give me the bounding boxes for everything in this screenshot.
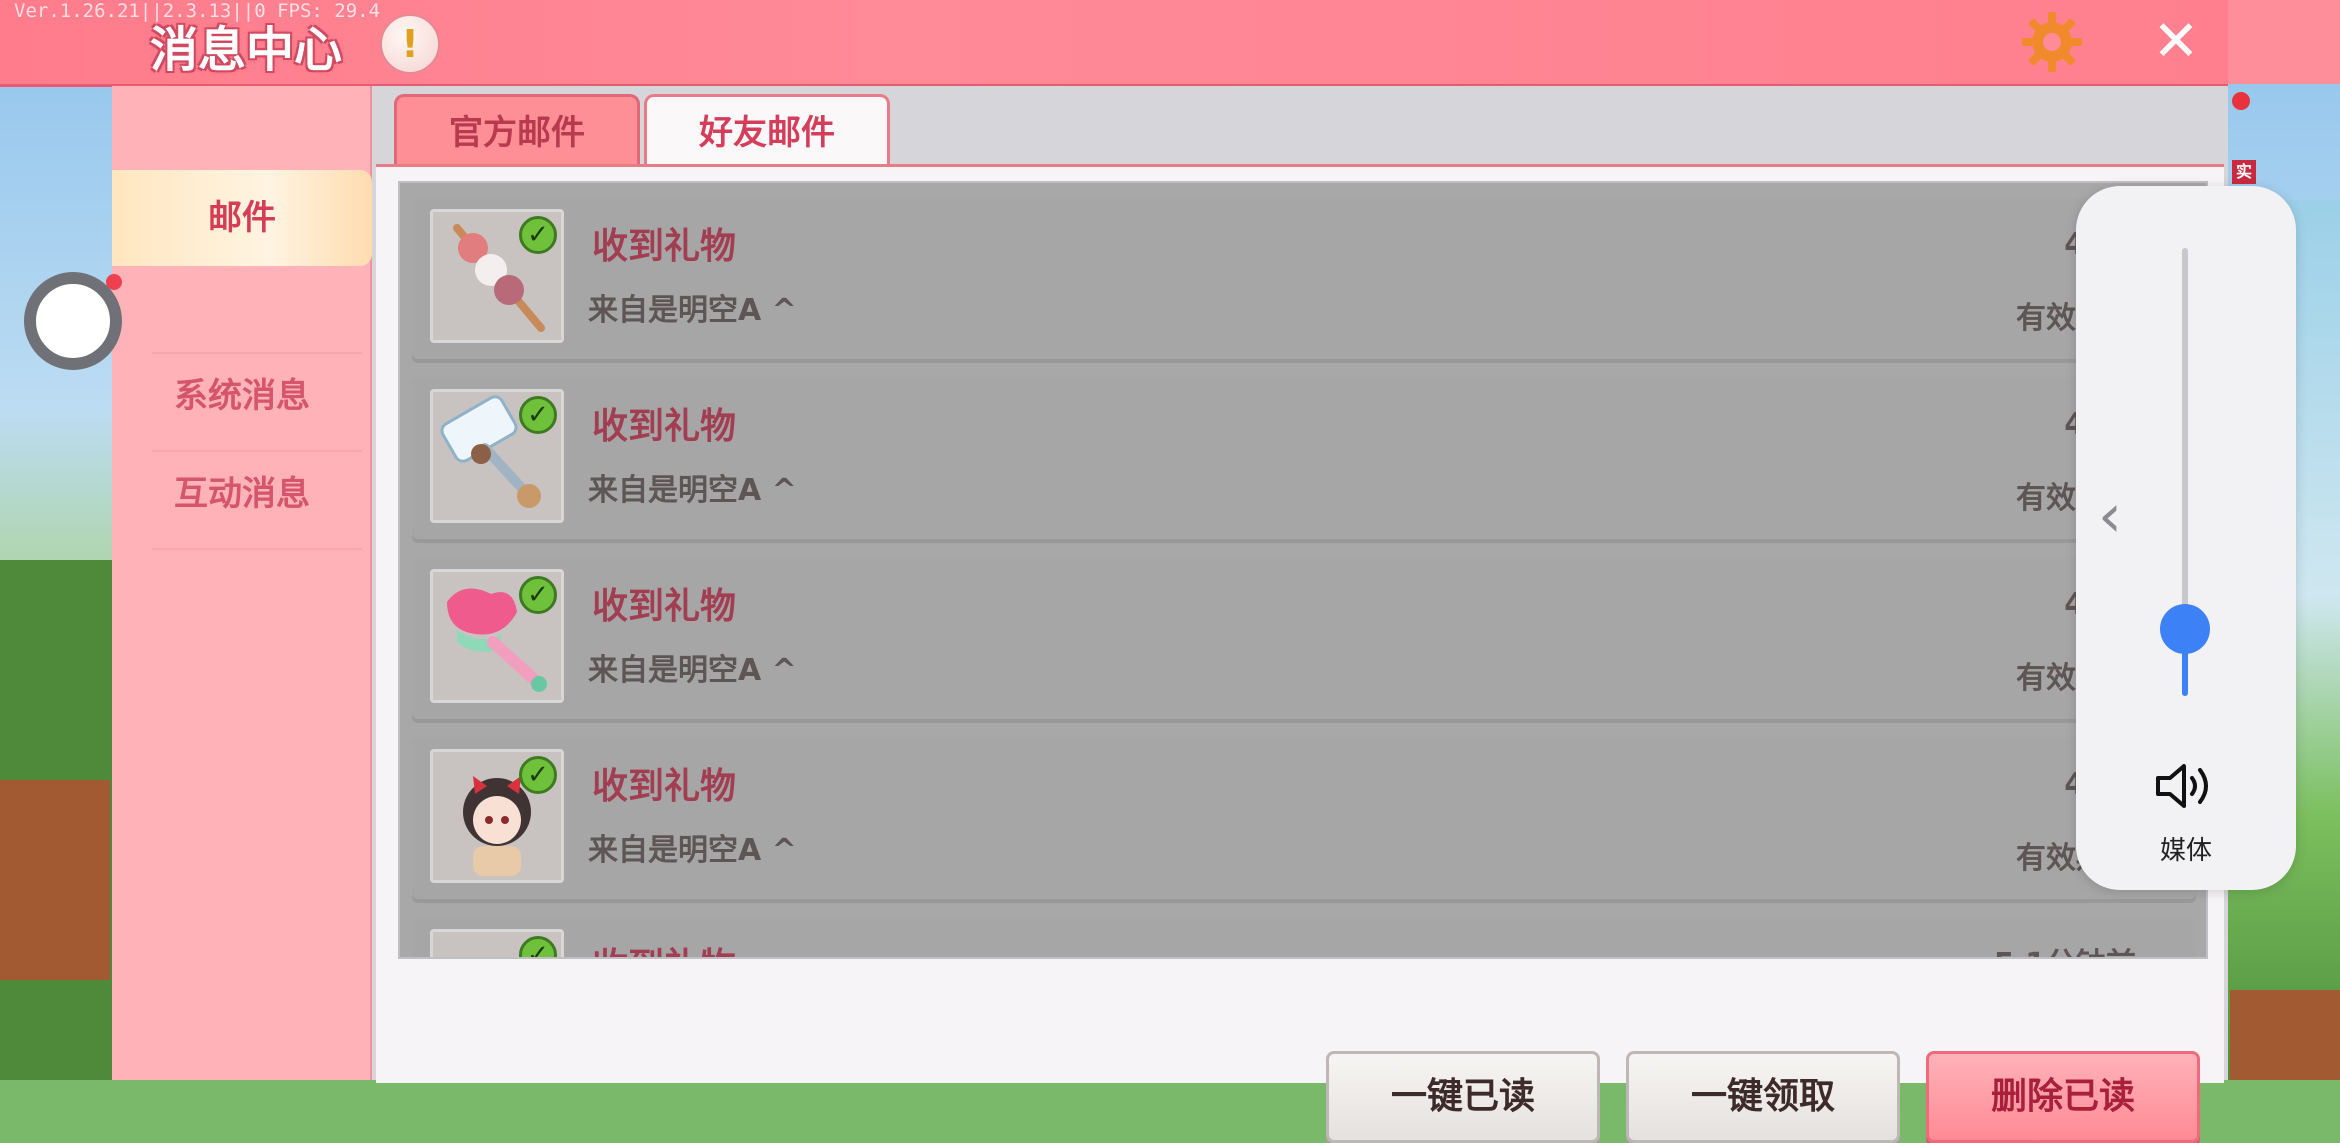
- gift-item-slot: ✓: [430, 749, 564, 883]
- gift-item-slot: ✓: [430, 929, 564, 957]
- chevron-left-icon[interactable]: ‹: [2098, 486, 2138, 546]
- title-bar: Ver.1.26.21||2.3.13||0 FPS: 29.4 消息中心 ! …: [0, 0, 2340, 87]
- mail-sender: 来自是明空A ^: [588, 293, 797, 328]
- claimed-check-icon: ✓: [519, 936, 557, 957]
- volume-slider-handle[interactable]: [2160, 604, 2210, 654]
- mail-row[interactable]: ✓ 收到礼物 来自是明空A ^ 43分 有效期：: [412, 737, 2196, 903]
- claim-all-button[interactable]: 一键领取: [1626, 1051, 1900, 1143]
- mail-title: 收到礼物: [592, 937, 736, 957]
- sidebar-divider: [152, 352, 362, 354]
- mail-time: 5 1分钟前: [1994, 939, 2136, 957]
- mail-title: 收到礼物: [592, 406, 737, 447]
- sidebar-item-system-messages[interactable]: 系统消息: [112, 348, 372, 444]
- volume-label: 媒体: [2159, 836, 2212, 866]
- claimed-check-icon: ✓: [519, 756, 557, 794]
- background-brick: [0, 780, 110, 980]
- mail-row[interactable]: ✓ 收到礼物 来自是明空A ^ 41分 有效期：: [412, 557, 2196, 723]
- gear-icon[interactable]: [2020, 10, 2084, 74]
- mail-row[interactable]: ✓ 收到礼物 来自是明空A ^ 41分 有效期：: [412, 197, 2196, 363]
- read-all-button[interactable]: 一键已读: [1326, 1051, 1600, 1143]
- side-badge: 实: [2232, 160, 2256, 184]
- title-bar-extension: [2228, 0, 2340, 84]
- mail-title: 收到礼物: [592, 766, 737, 807]
- page-title: 消息中心: [150, 22, 343, 78]
- delete-read-button[interactable]: 删除已读: [1926, 1051, 2200, 1143]
- claimed-check-icon: ✓: [519, 396, 557, 434]
- mail-panel: 官方邮件 好友邮件 ✓ 收到礼物 来自是明空A ^ 41分 有效期：: [372, 86, 2228, 1143]
- mail-row[interactable]: ✓ 收到礼物 5 1分钟前: [412, 917, 2196, 957]
- mail-sender: 来自是明空A ^: [588, 473, 797, 508]
- exclamation-icon[interactable]: !: [380, 14, 440, 74]
- notification-dot: [106, 274, 122, 290]
- speaker-icon[interactable]: [2154, 760, 2218, 812]
- gift-item-slot: ✓: [430, 209, 564, 343]
- sidebar-divider: [152, 450, 362, 452]
- notification-dot: [2232, 92, 2250, 110]
- sidebar-item-mail[interactable]: 邮件: [112, 170, 372, 266]
- tab-official-mail[interactable]: 官方邮件: [394, 94, 640, 169]
- gift-item-slot: ✓: [430, 569, 564, 703]
- claimed-check-icon: ✓: [519, 576, 557, 614]
- volume-panel: ‹ 媒体: [2076, 186, 2296, 890]
- close-icon[interactable]: ✕: [2148, 14, 2204, 70]
- sidebar-item-interaction-messages[interactable]: 互动消息: [112, 446, 372, 542]
- mail-list-area: ✓ 收到礼物 来自是明空A ^ 41分 有效期： ✓ 收到礼物: [376, 164, 2224, 1143]
- sidebar-divider: [152, 548, 362, 550]
- background-brick-right: [2230, 990, 2340, 1080]
- sidebar: 邮件 系统消息 互动消息: [112, 86, 374, 1080]
- mail-row[interactable]: ✓ 收到礼物 来自是明空A ^ 41分 有效期：: [412, 377, 2196, 543]
- mail-title: 收到礼物: [592, 226, 737, 267]
- claimed-check-icon: ✓: [519, 216, 557, 254]
- tab-friend-mail[interactable]: 好友邮件: [644, 94, 890, 172]
- mail-sender: 来自是明空A ^: [588, 833, 797, 868]
- mail-list[interactable]: ✓ 收到礼物 来自是明空A ^ 41分 有效期： ✓ 收到礼物: [398, 181, 2208, 959]
- mail-title: 收到礼物: [592, 586, 737, 627]
- mail-sender: 来自是明空A ^: [588, 653, 797, 688]
- gift-item-slot: ✓: [430, 389, 564, 523]
